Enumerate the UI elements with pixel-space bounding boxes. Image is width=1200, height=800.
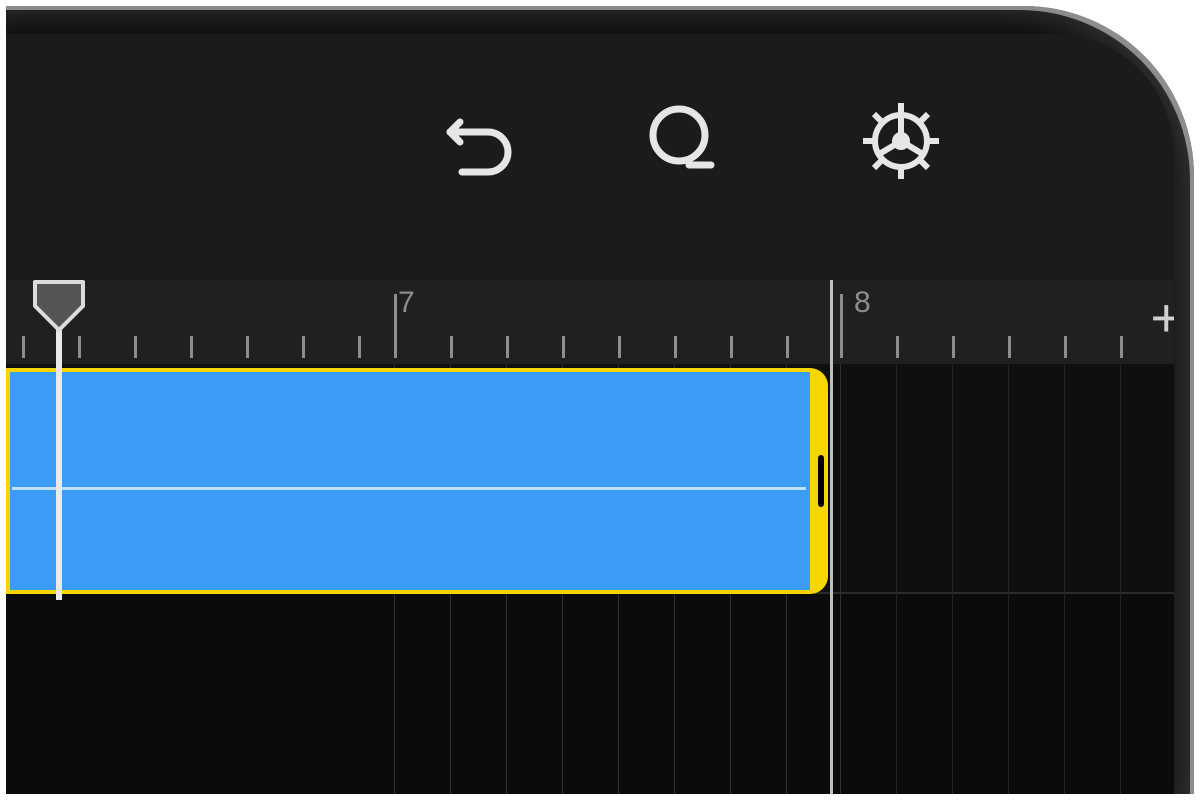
clip-body	[10, 372, 810, 590]
grid-line	[840, 364, 841, 794]
playhead[interactable]	[56, 280, 62, 600]
ruler-minor-tick	[730, 336, 733, 358]
ruler-minor-tick	[78, 336, 81, 358]
ruler-minor-tick	[896, 336, 899, 358]
ruler-minor-tick	[450, 336, 453, 358]
ruler-minor-tick	[562, 336, 565, 358]
ruler-bar-number: 7	[398, 286, 415, 320]
ruler-minor-tick	[190, 336, 193, 358]
grid-line	[1064, 364, 1065, 794]
phone-bezel: 78 +	[6, 6, 1194, 794]
ruler-major-tick	[840, 294, 843, 358]
ruler-minor-tick	[674, 336, 677, 358]
add-section-button[interactable]: +	[1150, 287, 1174, 349]
grid-line	[1120, 364, 1121, 794]
ruler-minor-tick	[952, 336, 955, 358]
ruler-minor-tick	[134, 336, 137, 358]
ruler-minor-tick	[618, 336, 621, 358]
ruler-minor-tick	[1064, 336, 1067, 358]
audio-clip[interactable]	[6, 368, 828, 594]
loop-button[interactable]	[636, 96, 726, 186]
waveform	[12, 487, 806, 490]
top-toolbar	[6, 96, 1174, 206]
grid-line	[952, 364, 953, 794]
undo-button[interactable]	[436, 96, 526, 186]
ruler-minor-tick	[1120, 336, 1123, 358]
ruler-major-tick	[394, 294, 397, 358]
app-screen: 78 +	[6, 34, 1174, 794]
timeline-ruler[interactable]: 78	[6, 280, 1174, 364]
ruler-minor-tick	[358, 336, 361, 358]
ruler-minor-tick	[22, 336, 25, 358]
loop-icon	[639, 99, 723, 183]
empty-track-area	[6, 592, 1174, 794]
ruler-minor-tick	[246, 336, 249, 358]
section-end-line[interactable]	[830, 280, 833, 794]
settings-button[interactable]	[856, 96, 946, 186]
grid-line	[896, 364, 897, 794]
playhead-marker-icon	[29, 280, 89, 336]
undo-icon	[442, 102, 520, 180]
ruler-minor-tick	[302, 336, 305, 358]
ruler-minor-tick	[506, 336, 509, 358]
clip-trim-handle[interactable]	[818, 455, 824, 507]
gear-icon	[858, 98, 944, 184]
grid-line	[1008, 364, 1009, 794]
ruler-minor-tick	[786, 336, 789, 358]
ruler-minor-tick	[1008, 336, 1011, 358]
add-label: +	[1150, 288, 1174, 348]
ruler-bar-number: 8	[854, 286, 871, 320]
